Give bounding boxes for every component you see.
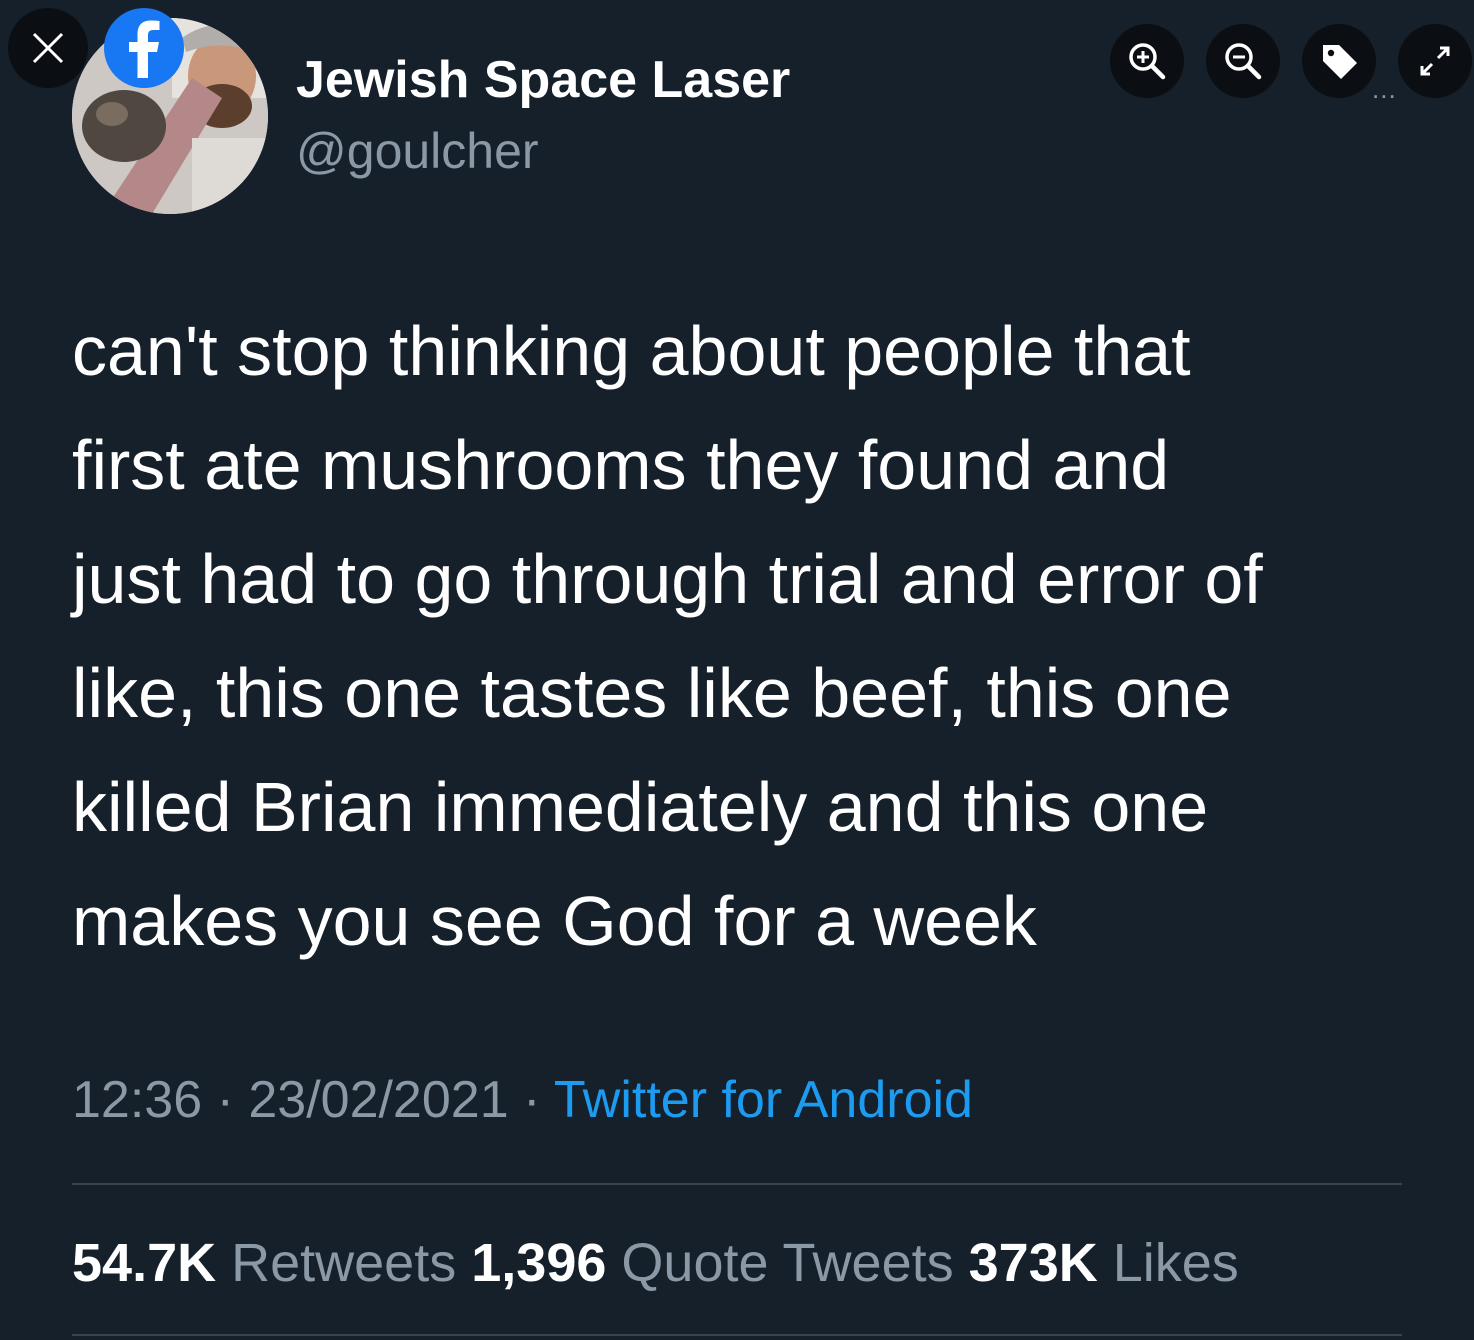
fullscreen-button[interactable] bbox=[1398, 24, 1472, 98]
facebook-logo-icon bbox=[104, 8, 184, 88]
tweet-text-line: first ate mushrooms they found and bbox=[72, 426, 1170, 504]
divider bbox=[72, 1334, 1402, 1336]
user-handle[interactable]: @goulcher bbox=[296, 118, 539, 184]
retweets-stat[interactable]: 54.7K Retweets bbox=[72, 1233, 456, 1293]
quote-tweets-stat[interactable]: 1,396 Quote Tweets bbox=[471, 1233, 953, 1293]
zoom-out-icon bbox=[1225, 43, 1262, 80]
close-icon bbox=[32, 32, 64, 64]
tweet-date[interactable]: 23/02/2021 bbox=[248, 1071, 508, 1129]
display-name[interactable]: Jewish Space Laser bbox=[296, 46, 790, 114]
likes-count: 373K bbox=[968, 1233, 1098, 1293]
tweet-text: can't stop thinking about people that fi… bbox=[72, 294, 1452, 978]
tweet-text-line: killed Brian immediately and this one bbox=[72, 768, 1209, 846]
zoom-in-icon bbox=[1129, 43, 1166, 80]
meta-separator: · bbox=[508, 1071, 554, 1129]
tweet-stats: 54.7K Retweets 1,396 Quote Tweets 373K L… bbox=[72, 1228, 1239, 1298]
likes-label: Likes bbox=[1112, 1233, 1239, 1293]
meta-separator: · bbox=[202, 1071, 249, 1129]
tag-icon bbox=[1323, 45, 1357, 79]
zoom-in-button[interactable] bbox=[1110, 24, 1184, 98]
tweet-text-line: like, this one tastes like beef, this on… bbox=[72, 654, 1232, 732]
tweet-text-line: just had to go through trial and error o… bbox=[72, 540, 1263, 618]
divider bbox=[72, 1183, 1402, 1185]
tweet-meta: 12:36 · 23/02/2021 · Twitter for Android bbox=[72, 1066, 973, 1134]
retweets-count: 54.7K bbox=[72, 1233, 217, 1293]
tweet-time[interactable]: 12:36 bbox=[72, 1071, 202, 1129]
likes-stat[interactable]: 373K Likes bbox=[969, 1233, 1239, 1293]
zoom-out-button[interactable] bbox=[1206, 24, 1280, 98]
tweet-source-link[interactable]: Twitter for Android bbox=[554, 1071, 973, 1129]
tweet-text-line: can't stop thinking about people that bbox=[72, 312, 1191, 390]
tweet-text-line: makes you see God for a week bbox=[72, 882, 1037, 960]
quote-tweets-label: Quote Tweets bbox=[621, 1233, 954, 1293]
tag-button[interactable] bbox=[1302, 24, 1376, 98]
close-button[interactable] bbox=[8, 8, 88, 88]
more-indicator: ... bbox=[1372, 74, 1397, 104]
retweets-label: Retweets bbox=[231, 1233, 457, 1293]
quote-tweets-count: 1,396 bbox=[471, 1233, 607, 1293]
expand-icon bbox=[1420, 46, 1450, 76]
